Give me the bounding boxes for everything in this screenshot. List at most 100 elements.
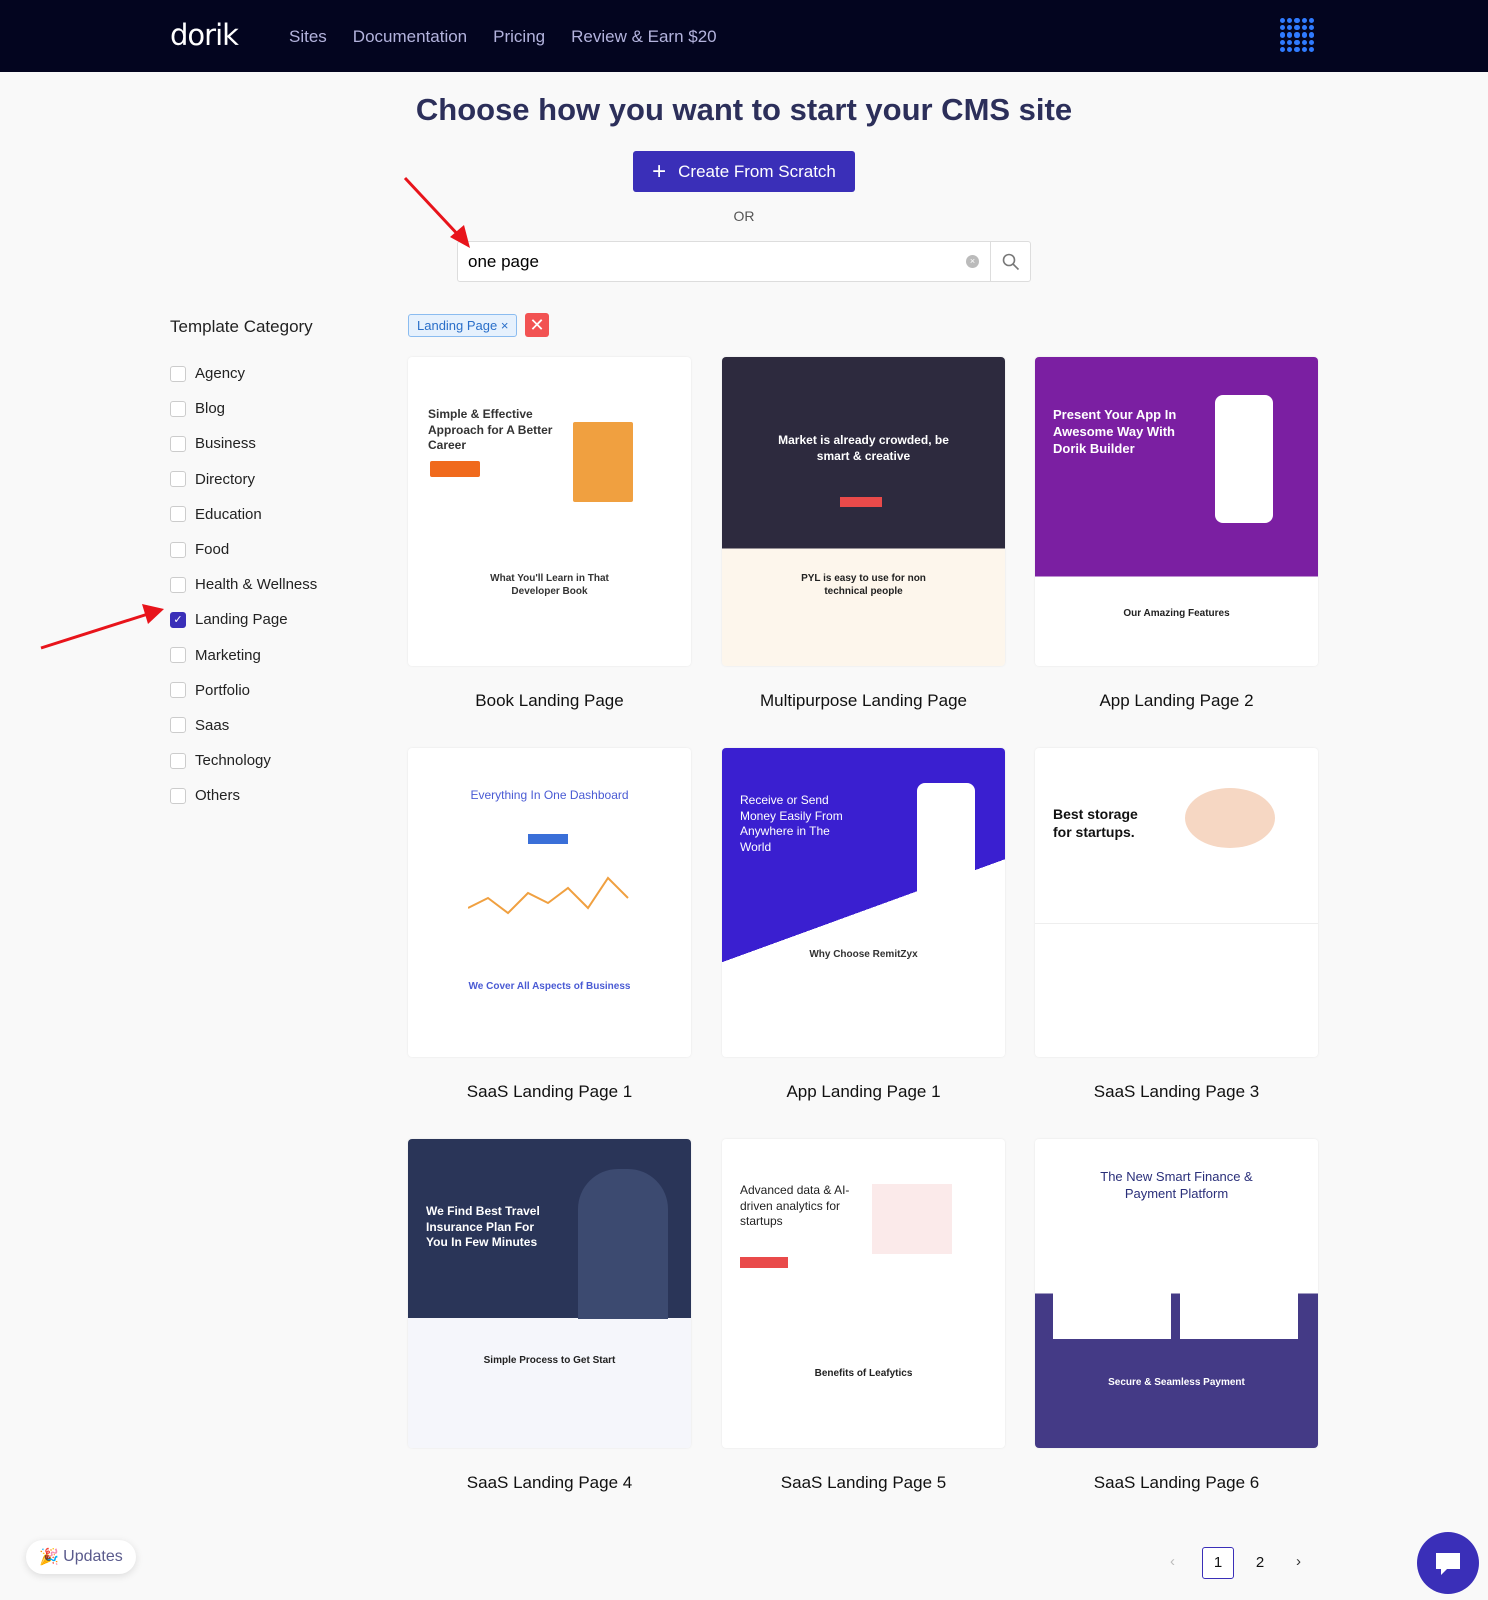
dot <box>1308 32 1314 38</box>
category-checkbox[interactable] <box>170 647 186 664</box>
category-label: Education <box>195 505 262 523</box>
filter-tag-label: Landing Page <box>417 318 498 333</box>
category-checkbox[interactable] <box>170 400 186 417</box>
template-thumbnail[interactable]: Market is already crowded, be smart & cr… <box>722 357 1005 666</box>
dot <box>1294 39 1300 45</box>
user-avatar-icon[interactable] <box>1280 18 1314 52</box>
dot <box>1294 25 1300 31</box>
category-checkbox[interactable] <box>170 541 186 558</box>
template-thumbnail[interactable]: Simple & Effective Approach for A Better… <box>408 357 691 666</box>
category-item[interactable]: ✓ Landing Page <box>170 602 317 637</box>
category-item[interactable]: Agency <box>170 356 317 391</box>
category-item[interactable]: Technology <box>170 743 317 778</box>
category-checkbox[interactable] <box>170 752 186 769</box>
thumbnail-headline: Market is already crowded, be smart & cr… <box>778 433 949 463</box>
template-card[interactable]: Best storage for startups. SaaS Landing P… <box>1035 748 1318 1102</box>
template-card[interactable]: Present Your App In Awesome Way With Dor… <box>1035 357 1318 711</box>
page-2-button[interactable]: 2 <box>1250 1547 1270 1579</box>
template-category-title: Template Category <box>170 317 313 336</box>
category-item[interactable]: Food <box>170 532 317 567</box>
category-item[interactable]: Saas <box>170 708 317 743</box>
nav-sites[interactable]: Sites <box>289 27 327 47</box>
create-from-scratch-button[interactable]: + Create From Scratch <box>633 151 855 192</box>
nav-documentation[interactable]: Documentation <box>353 27 467 47</box>
plus-icon: + <box>652 157 667 185</box>
category-checkbox[interactable] <box>170 717 186 734</box>
category-checkbox[interactable] <box>170 682 186 699</box>
thumbnail-headline: The New Smart Finance & Payment Platform <box>1100 1169 1253 1201</box>
clear-filters-button[interactable]: ✕ <box>525 313 549 337</box>
search-bar: × <box>457 241 1031 282</box>
dot <box>1308 18 1314 24</box>
category-checkbox[interactable] <box>170 787 186 804</box>
category-checkbox[interactable] <box>170 506 186 523</box>
dot <box>1287 46 1293 52</box>
template-thumbnail[interactable]: Everything In One Dashboard We Cover All … <box>408 748 691 1057</box>
thumbnail-headline: Present Your App In Awesome Way With Dor… <box>1053 407 1177 456</box>
template-thumbnail[interactable]: Best storage for startups. <box>1035 748 1318 1057</box>
dot <box>1301 39 1307 45</box>
category-item[interactable]: Portfolio <box>170 673 317 708</box>
dot <box>1287 39 1293 45</box>
thumbnail-headline: Best storage for startups. <box>1053 806 1138 841</box>
clear-icon[interactable]: × <box>966 255 979 268</box>
template-card[interactable]: Simple & Effective Approach for A Better… <box>408 357 691 711</box>
top-navbar: dorik Sites Documentation Pricing Review… <box>0 0 1488 72</box>
category-item[interactable]: Marketing <box>170 638 317 673</box>
dot <box>1308 46 1314 52</box>
category-item[interactable]: Directory <box>170 462 317 497</box>
dot <box>1308 39 1314 45</box>
chat-icon <box>1436 1553 1460 1575</box>
template-thumbnail[interactable]: Receive or Send Money Easily From Anywhe… <box>722 748 1005 1057</box>
thumbnail-headline: Simple & Effective Approach for A Better… <box>428 407 553 453</box>
search-input[interactable] <box>468 242 928 281</box>
template-card[interactable]: Receive or Send Money Easily From Anywhe… <box>722 748 1005 1102</box>
template-title: SaaS Landing Page 3 <box>1093 1082 1260 1101</box>
category-item[interactable]: Others <box>170 778 317 813</box>
template-title: SaaS Landing Page 6 <box>1093 1473 1260 1492</box>
dorik-logo[interactable]: dorik <box>170 18 239 52</box>
category-item[interactable]: Education <box>170 497 317 532</box>
dot <box>1301 18 1307 24</box>
active-filter-tag[interactable]: Landing Page × <box>408 314 518 337</box>
thumbnail-subheading: Simple Process to Get Start <box>483 1355 616 1366</box>
category-item[interactable]: Business <box>170 426 317 461</box>
template-card[interactable]: The New Smart Finance & Payment Platform… <box>1035 1139 1318 1493</box>
next-page-button[interactable]: › <box>1296 1553 1301 1570</box>
create-label: Create From Scratch <box>678 161 836 181</box>
template-card[interactable]: Everything In One Dashboard We Cover All … <box>408 748 691 1102</box>
template-card[interactable]: Market is already crowded, be smart & cr… <box>722 357 1005 711</box>
category-checkbox[interactable] <box>170 471 186 488</box>
category-label: Directory <box>195 470 256 488</box>
category-item[interactable]: Health & Wellness <box>170 567 317 602</box>
thumbnail-subheading: We Cover All Aspects of Business <box>468 981 631 992</box>
category-item[interactable]: Blog <box>170 391 317 426</box>
template-card[interactable]: Advanced data & AI-driven analytics for … <box>722 1139 1005 1493</box>
chat-button[interactable] <box>1417 1532 1479 1594</box>
category-checkbox[interactable] <box>170 576 186 593</box>
main-nav: Sites Documentation Pricing Review & Ear… <box>289 27 717 47</box>
category-checkbox[interactable] <box>170 435 186 452</box>
or-separator: OR <box>733 208 755 224</box>
template-thumbnail[interactable]: Advanced data & AI-driven analytics for … <box>722 1139 1005 1448</box>
thumbnail-subheading: Our Amazing Features <box>1123 608 1230 619</box>
dot <box>1287 18 1293 24</box>
updates-button[interactable]: 🎉 Updates <box>26 1540 136 1574</box>
page-1-button[interactable]: 1 <box>1202 1547 1234 1579</box>
category-label: Agency <box>195 365 246 383</box>
nav-pricing[interactable]: Pricing <box>493 27 545 47</box>
template-thumbnail[interactable]: Present Your App In Awesome Way With Dor… <box>1035 357 1318 666</box>
category-label: Others <box>195 787 241 805</box>
template-thumbnail[interactable]: The New Smart Finance & Payment Platform… <box>1035 1139 1318 1448</box>
remove-tag-icon[interactable]: × <box>501 318 509 333</box>
dot <box>1294 32 1300 38</box>
template-card[interactable]: We Find Best Travel Insurance Plan For Y… <box>408 1139 691 1493</box>
dot <box>1280 46 1286 52</box>
nav-review-earn[interactable]: Review & Earn $20 <box>571 27 717 47</box>
template-thumbnail[interactable]: We Find Best Travel Insurance Plan For Y… <box>408 1139 691 1448</box>
category-checkbox[interactable]: ✓ <box>170 611 186 628</box>
search-button[interactable] <box>990 242 1031 281</box>
category-checkbox[interactable] <box>170 365 186 382</box>
category-label: Portfolio <box>195 681 251 699</box>
prev-page-button[interactable]: ‹ <box>1170 1553 1175 1570</box>
